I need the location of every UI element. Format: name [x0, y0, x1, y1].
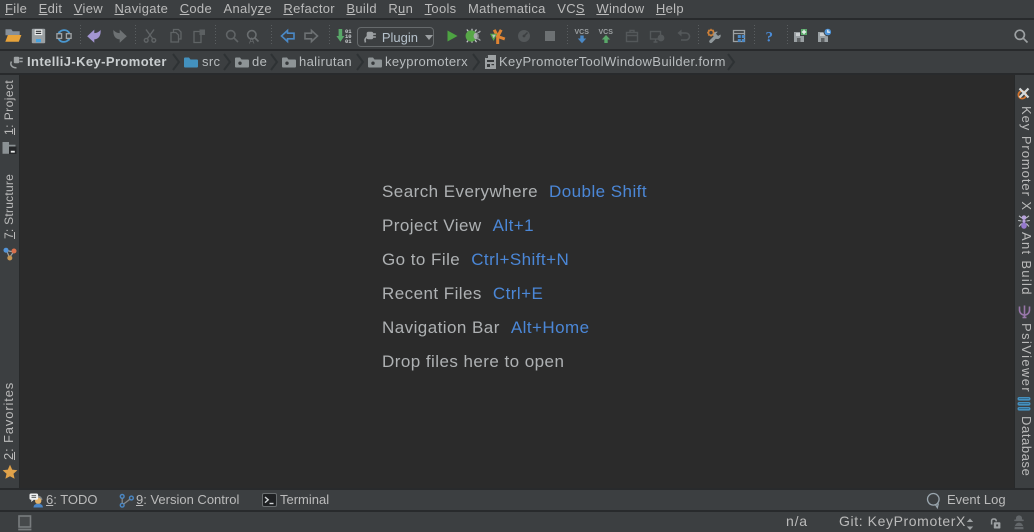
svg-text:VCS: VCS [599, 29, 614, 36]
svg-text:01: 01 [345, 38, 352, 44]
svg-text:VCS: VCS [575, 29, 590, 36]
svg-text:A: A [249, 37, 255, 45]
svg-text:?: ? [766, 30, 774, 45]
